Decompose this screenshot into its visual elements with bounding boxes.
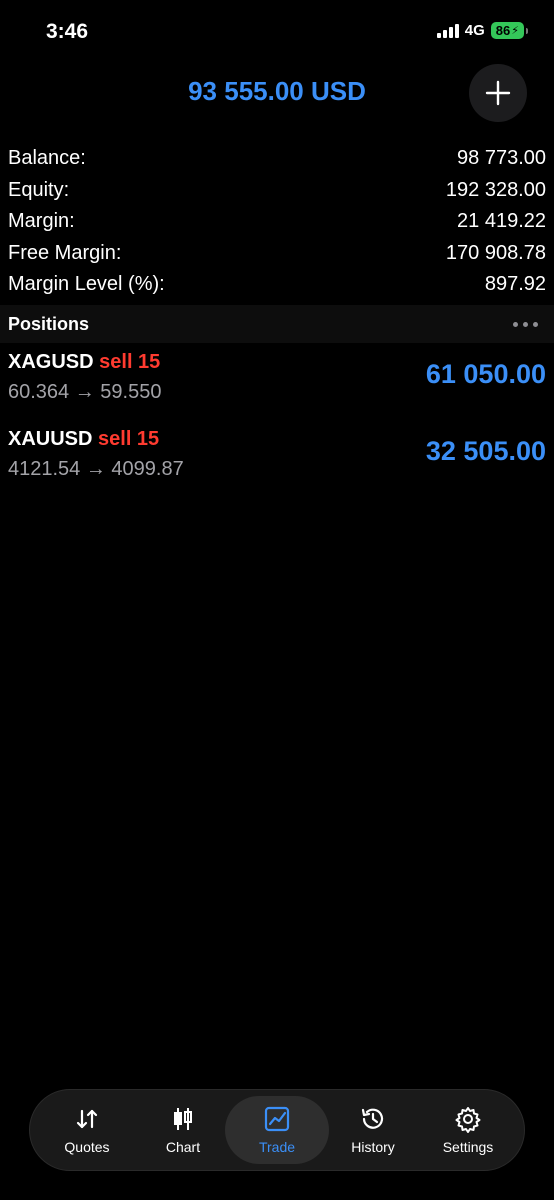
position-side: sell 15	[98, 428, 160, 450]
battery-icon: 86 ⚡	[490, 22, 524, 39]
summary-value: 21 419.22	[457, 210, 546, 233]
summary-row-margin-level: Margin Level (%): 897.92	[8, 269, 546, 301]
tab-label: Trade	[258, 1139, 296, 1155]
position-side: sell 15	[99, 351, 161, 373]
summary-label: Equity:	[8, 178, 70, 201]
trade-chart-icon	[264, 1106, 290, 1132]
tab-label: Quotes	[64, 1139, 110, 1155]
tab-quotes[interactable]: Quotes	[38, 1096, 136, 1164]
status-right: 4G 86 ⚡	[436, 22, 528, 39]
summary-label: Free Margin:	[8, 241, 122, 264]
more-options-icon[interactable]	[513, 321, 538, 327]
position-symbol: XAGUSD	[8, 351, 94, 373]
candlestick-icon	[174, 1108, 192, 1130]
tab-trade[interactable]: Trade	[225, 1096, 329, 1164]
summary-label: Margin:	[8, 210, 75, 233]
position-row[interactable]: XAUUSD sell 15 4121.54 → 4099.87 32 505.…	[8, 428, 546, 498]
position-title: XAGUSD sell 15	[8, 351, 160, 374]
position-title: XAUUSD sell 15	[8, 428, 159, 451]
positions-label: Positions	[8, 313, 90, 334]
signal-icon	[436, 23, 459, 38]
tab-label: Chart	[165, 1139, 201, 1155]
position-symbol: XAUUSD	[8, 428, 93, 450]
network-type: 4G	[464, 22, 485, 39]
add-order-button[interactable]	[469, 64, 527, 122]
summary-row-equity: Equity: 192 328.00	[8, 175, 546, 207]
plus-icon	[485, 80, 511, 106]
position-prices: 60.364 → 59.550	[8, 381, 162, 403]
summary-row-free-margin: Free Margin: 170 908.78	[8, 238, 546, 270]
position-profit: 32 505.00	[425, 436, 546, 466]
gear-icon	[455, 1107, 481, 1133]
tab-settings[interactable]: Settings	[419, 1096, 517, 1164]
position-profit: 61 050.00	[425, 359, 546, 389]
summary-value: 170 908.78	[445, 241, 546, 264]
tab-chart[interactable]: Chart	[134, 1096, 232, 1164]
summary-value: 192 328.00	[445, 178, 546, 201]
status-bar: 3:46 4G 86 ⚡	[0, 0, 554, 66]
tab-label: Settings	[442, 1139, 494, 1155]
bolt-icon: ⚡	[511, 25, 519, 37]
battery-level: 86	[495, 23, 511, 38]
summary-row-margin: Margin: 21 419.22	[8, 206, 546, 238]
summary-value: 98 773.00	[457, 147, 546, 170]
account-summary: Balance: 98 773.00 Equity: 192 328.00 Ma…	[8, 143, 546, 301]
quotes-arrows-icon	[76, 1109, 98, 1129]
summary-label: Balance:	[8, 147, 86, 170]
battery-cap	[526, 27, 528, 34]
positions-header: Positions	[0, 305, 554, 343]
tab-label: History	[351, 1139, 395, 1155]
status-time: 3:46	[46, 20, 89, 43]
tab-history[interactable]: History	[324, 1096, 422, 1164]
summary-label: Margin Level (%):	[8, 273, 165, 296]
history-clock-icon	[361, 1108, 384, 1129]
summary-row-balance: Balance: 98 773.00	[8, 143, 546, 175]
tab-bar: Quotes Chart Trade History Settings	[29, 1089, 525, 1171]
position-row[interactable]: XAGUSD sell 15 60.364 → 59.550 61 050.00	[8, 351, 546, 421]
summary-value: 897.92	[484, 273, 546, 296]
position-prices: 4121.54 → 4099.87	[8, 458, 184, 480]
